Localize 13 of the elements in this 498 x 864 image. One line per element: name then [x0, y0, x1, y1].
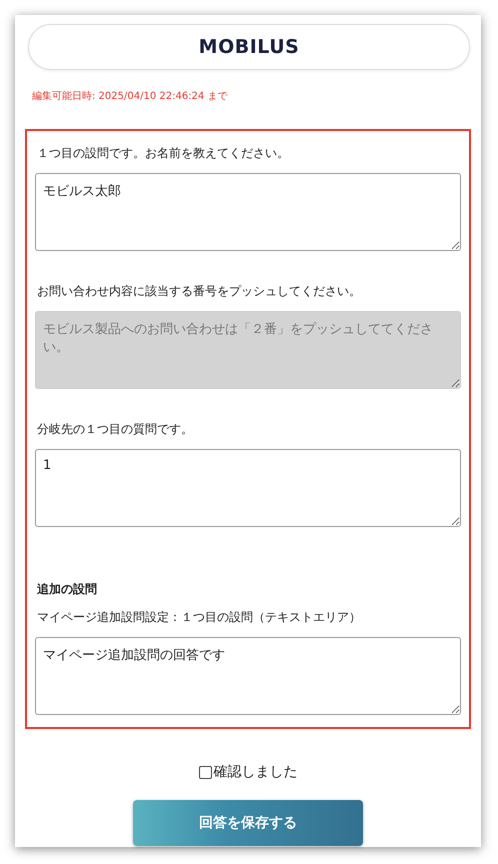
question-label: マイページ追加設問設定：１つ目の設問（テキストエリア） — [37, 609, 362, 626]
question-label: お問い合わせ内容に該当する番号をプッシュしてください。 — [37, 283, 362, 300]
answer-box[interactable]: 1 — [35, 449, 461, 527]
answer-box[interactable]: モビルス太郎 — [35, 173, 461, 251]
answer-box[interactable]: マイページ追加設問の回答です — [35, 637, 461, 715]
logo: MOBILUS — [198, 36, 300, 58]
deadline-text: 編集可能日時: 2025/04/10 22:46:24 まで — [32, 90, 228, 103]
question-label: １つ目の設問です。お名前を教えてください。 — [37, 145, 290, 162]
section-heading: 追加の設問 — [37, 581, 98, 598]
checkbox[interactable] — [198, 766, 212, 778]
confirm-label[interactable]: 確認しました — [214, 763, 298, 781]
save-button[interactable]: 回答を保存する — [133, 800, 363, 846]
question-label: 分岐先の１つ目の質問です。 — [37, 421, 194, 438]
